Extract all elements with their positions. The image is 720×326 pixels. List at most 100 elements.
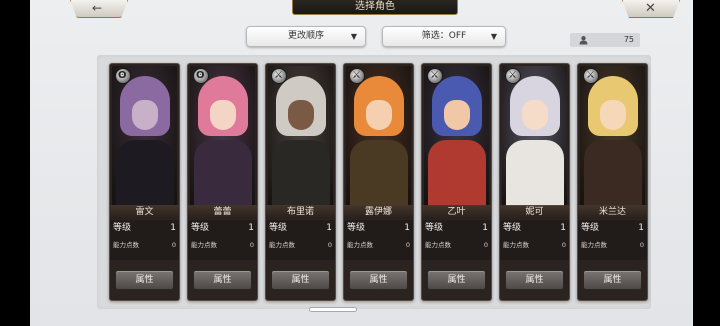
filter-dropdown[interactable]: 筛选：OFF ▼ bbox=[382, 26, 506, 47]
level-value: 1 bbox=[248, 223, 254, 233]
user-icon bbox=[579, 36, 588, 45]
level-value: 1 bbox=[170, 223, 176, 233]
portrait-face bbox=[288, 100, 314, 130]
portrait-face bbox=[444, 100, 470, 130]
portrait-body bbox=[272, 140, 330, 206]
skill-points-row: 能力点数 0 bbox=[503, 239, 566, 251]
skill-points-label: 能力点数 bbox=[191, 241, 217, 249]
portrait-face bbox=[522, 100, 548, 130]
portrait-face bbox=[366, 100, 392, 130]
character-name: 雷文 bbox=[110, 205, 179, 219]
character-name: 布里诺 bbox=[266, 205, 335, 219]
character-card[interactable]: ⚔ 米兰达等级 1 能力点数 0 属性 bbox=[577, 63, 648, 301]
page-title: 选择角色 bbox=[292, 0, 458, 15]
chevron-down-icon: ▼ bbox=[490, 32, 497, 41]
level-label: 等级 bbox=[191, 223, 210, 233]
character-name: 米兰达 bbox=[578, 205, 647, 219]
level-label: 等级 bbox=[347, 223, 366, 233]
level-value: 1 bbox=[638, 223, 644, 233]
skill-points-row: 能力点数 0 bbox=[347, 239, 410, 251]
portrait-body bbox=[428, 140, 486, 206]
character-stats: 等级 1 能力点数 0 bbox=[188, 220, 257, 260]
portrait-face bbox=[210, 100, 236, 130]
character-count-box: 75 bbox=[570, 33, 640, 47]
level-value: 1 bbox=[404, 223, 410, 233]
portrait-body bbox=[584, 140, 642, 206]
character-name: 蕾蕾 bbox=[188, 205, 257, 219]
character-name: 露伊娜 bbox=[344, 205, 413, 219]
portrait-body bbox=[194, 140, 252, 206]
skill-points-row: 能力点数 0 bbox=[269, 239, 332, 251]
level-row: 等级 1 bbox=[425, 222, 488, 235]
skill-points-value: 0 bbox=[639, 241, 644, 249]
attribute-button[interactable]: 属性 bbox=[427, 270, 486, 290]
skill-points-label: 能力点数 bbox=[347, 241, 373, 249]
character-card[interactable]: ⚔ 露伊娜等级 1 能力点数 0 属性 bbox=[343, 63, 414, 301]
skill-points-label: 能力点数 bbox=[425, 241, 451, 249]
skill-points-row: 能力点数 0 bbox=[581, 239, 644, 251]
character-card[interactable]: ⚔ 妮可 等级 1 能力点数 0 属性 bbox=[499, 63, 570, 301]
skill-points-label: 能力点数 bbox=[503, 241, 529, 249]
character-count: 75 bbox=[623, 35, 634, 44]
sword-element-icon: ⚔ bbox=[583, 68, 599, 84]
skill-points-label: 能力点数 bbox=[269, 241, 295, 249]
skill-points-value: 0 bbox=[171, 241, 176, 249]
character-name: 乙叶 bbox=[422, 205, 491, 219]
filter-label: 筛选：OFF bbox=[421, 31, 467, 41]
level-row: 等级 1 bbox=[113, 222, 176, 235]
portrait-face bbox=[132, 100, 158, 130]
character-stats: 等级 1 能力点数 0 bbox=[500, 220, 569, 260]
level-row: 等级 1 bbox=[269, 222, 332, 235]
character-portrait[interactable]: ⚔ bbox=[502, 66, 567, 206]
close-button[interactable]: ✕ bbox=[622, 0, 680, 18]
character-portrait[interactable]: ⚔ bbox=[268, 66, 333, 206]
level-row: 等级 1 bbox=[581, 222, 644, 235]
portrait-face bbox=[600, 100, 626, 130]
character-stats: 等级 1 能力点数 0 bbox=[344, 220, 413, 260]
attribute-button[interactable]: 属性 bbox=[349, 270, 408, 290]
character-stats: 等级 1 能力点数 0 bbox=[422, 220, 491, 260]
character-portrait[interactable]: ⚔ bbox=[346, 66, 411, 206]
character-stats: 等级 1 能力点数 0 bbox=[110, 220, 179, 260]
character-portrait[interactable]: ⚔ bbox=[424, 66, 489, 206]
level-value: 1 bbox=[326, 223, 332, 233]
character-portrait[interactable]: ⚔ bbox=[580, 66, 645, 206]
skill-points-value: 0 bbox=[249, 241, 254, 249]
character-card[interactable]: ⚔ 布里诺等级 1 能力点数 0 属性 bbox=[265, 63, 336, 301]
character-card[interactable]: ʘ 蕾蕾等级 1 能力点数 0 属性 bbox=[187, 63, 258, 301]
attribute-button[interactable]: 属性 bbox=[505, 270, 564, 290]
level-label: 等级 bbox=[113, 223, 132, 233]
wind-element-icon: ʘ bbox=[193, 68, 209, 84]
skill-points-row: 能力点数 0 bbox=[191, 239, 254, 251]
sword-element-icon: ⚔ bbox=[427, 68, 443, 84]
portrait-body bbox=[350, 140, 408, 206]
portrait-body bbox=[506, 140, 564, 206]
character-portrait[interactable]: ʘ bbox=[190, 66, 255, 206]
character-stats: 等级 1 能力点数 0 bbox=[266, 220, 335, 260]
sword-element-icon: ⚔ bbox=[349, 68, 365, 84]
level-label: 等级 bbox=[503, 223, 522, 233]
character-stats: 等级 1 能力点数 0 bbox=[578, 220, 647, 260]
wind-element-icon: ʘ bbox=[115, 68, 131, 84]
level-row: 等级 1 bbox=[191, 222, 254, 235]
sort-order-dropdown[interactable]: 更改顺序 ▼ bbox=[246, 26, 366, 47]
attribute-button[interactable]: 属性 bbox=[583, 270, 642, 290]
skill-points-value: 0 bbox=[561, 241, 566, 249]
character-card[interactable]: ⚔ 乙叶等级 1 能力点数 0 属性 bbox=[421, 63, 492, 301]
level-value: 1 bbox=[482, 223, 488, 233]
skill-points-row: 能力点数 0 bbox=[425, 239, 488, 251]
character-card[interactable]: ʘ 雷文 等级 1 能力点数 0 属性 bbox=[109, 63, 180, 301]
back-button[interactable]: ← bbox=[70, 0, 128, 18]
level-row: 等级 1 bbox=[503, 222, 566, 235]
level-label: 等级 bbox=[425, 223, 444, 233]
scroll-handle[interactable] bbox=[309, 307, 357, 312]
character-portrait[interactable]: ʘ bbox=[112, 66, 177, 206]
character-select-screen: ← 选择角色 ✕ 更改顺序 ▼ 筛选：OFF ▼ 75 ʘ 雷文等级 1 能力点数 0 属… bbox=[30, 0, 693, 326]
attribute-button[interactable]: 属性 bbox=[193, 270, 252, 290]
attribute-button[interactable]: 属性 bbox=[271, 270, 330, 290]
sort-order-label: 更改顺序 bbox=[287, 31, 324, 41]
close-icon: ✕ bbox=[645, 1, 656, 16]
attribute-button[interactable]: 属性 bbox=[115, 270, 174, 290]
screen-edge-right bbox=[693, 0, 720, 326]
portrait-body bbox=[116, 140, 174, 206]
